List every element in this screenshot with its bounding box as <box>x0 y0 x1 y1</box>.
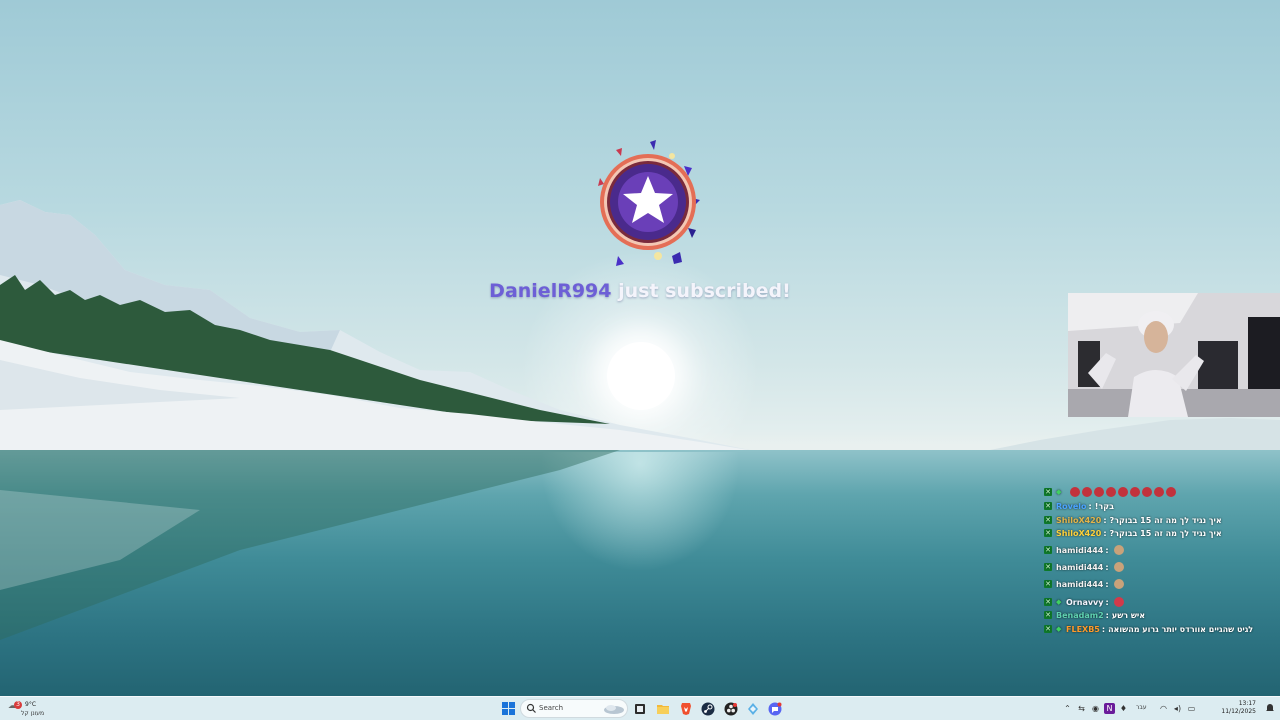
weather-widget[interactable]: ☁ 3 9°C מעונן קל <box>8 699 58 719</box>
chat-emote-icon <box>1118 487 1128 497</box>
chat-message: ✕ ◆ Ornavvy: <box>1044 596 1124 608</box>
chat-username[interactable]: hamidi444 <box>1056 546 1103 555</box>
steam-icon[interactable] <box>699 700 716 717</box>
tray-app-icon[interactable]: ⇆ <box>1076 703 1087 714</box>
weather-description: מעונן קל <box>21 710 45 717</box>
display-icon[interactable]: ▭ <box>1186 703 1197 714</box>
chat-message: ✕ ◆ FLEXB5: לגיט שהגיים אוורדס יותר גרוע מה… <box>1044 623 1253 635</box>
chat-message: ✕ hamidi444: <box>1044 578 1124 590</box>
chat-username[interactable]: ShiloX420 <box>1056 529 1101 538</box>
chat-emote-icon <box>1113 562 1124 572</box>
chat-username[interactable]: Benadam2 <box>1056 611 1104 620</box>
chat-message-text: בקר! <box>1094 501 1114 511</box>
search-placeholder: Search <box>539 704 564 712</box>
taskbar-search-box[interactable]: Search <box>520 699 628 718</box>
app-diamond-icon[interactable] <box>744 700 761 717</box>
moderator-icon: ✕ <box>1044 529 1052 537</box>
moderator-icon: ✕ <box>1044 502 1052 510</box>
system-tray: ⌃ ⇆ ◉ N ♦ עבר ◠ ◂) ▭ 13:17 11/12/2025 <box>1060 697 1280 720</box>
clock-time: 13:17 <box>1238 700 1256 707</box>
stream-chat: ✕ ◆ ✕ Rovelo: בקר! ✕ ShiloX420: איך נגיד לך מה … <box>1044 486 1280 638</box>
subscriber-badge-icon: ◆ <box>1056 597 1062 606</box>
subscriber-badge-icon: ◆ <box>1056 487 1062 496</box>
search-highlight-icon <box>604 705 624 714</box>
chat-message: ✕ ◆ <box>1044 486 1176 498</box>
chat-separator: : <box>1088 501 1092 511</box>
chat-message: ✕ hamidi444: <box>1044 561 1124 573</box>
tray-obsidian-icon[interactable]: N <box>1104 703 1115 714</box>
streamer-video <box>1068 293 1280 417</box>
moderator-icon: ✕ <box>1044 488 1052 496</box>
chat-separator: : <box>1105 545 1109 555</box>
chat-message-text: לגיט שהגיים אוורדס יותר גרוע מהשואה <box>1108 624 1254 634</box>
windows-start-icon[interactable] <box>500 700 517 717</box>
chat-emote-icon <box>1106 487 1116 497</box>
chat-separator: : <box>1105 579 1109 589</box>
volume-icon[interactable]: ◂) <box>1172 703 1183 714</box>
notification-icon[interactable] <box>1265 703 1275 713</box>
chat-message-text: איך נגיד לך מה זה 15 בבוקר? <box>1109 528 1222 538</box>
wifi-icon[interactable]: ◠ <box>1158 703 1169 714</box>
weather-temperature: 9°C <box>25 701 37 708</box>
moderator-icon: ✕ <box>1044 598 1052 606</box>
moderator-icon: ✕ <box>1044 580 1052 588</box>
clock[interactable]: 13:17 11/12/2025 <box>1210 700 1256 716</box>
chat-message-text: איך נגיד לך מה זה 15 בבוקר? <box>1109 515 1222 525</box>
chat-message: ✕ ShiloX420: איך נגיד לך מה זה 15 בבוקר? <box>1044 514 1222 526</box>
chat-app-icon[interactable] <box>766 700 783 717</box>
chat-separator: : <box>1105 597 1109 607</box>
language-indicator[interactable]: עבר <box>1136 704 1147 711</box>
brave-browser-icon[interactable] <box>677 700 694 717</box>
moderator-icon: ✕ <box>1044 563 1052 571</box>
chat-username[interactable]: ShiloX420 <box>1056 516 1101 525</box>
chat-emote-icon <box>1094 487 1104 497</box>
search-icon <box>526 703 536 713</box>
alert-username: DanielR994 <box>489 280 612 302</box>
chat-emote-icon <box>1142 487 1152 497</box>
webcam-feed <box>1068 293 1280 417</box>
chat-separator: : <box>1103 515 1107 525</box>
chat-username[interactable]: hamidi444 <box>1056 563 1103 572</box>
chat-message-text: איש רשע <box>1111 610 1146 620</box>
chat-emote-icon <box>1166 487 1176 497</box>
alert-text: DanielR994 just subscribed! <box>470 280 810 302</box>
star-badge-icon <box>598 140 700 266</box>
chat-separator: : <box>1105 562 1109 572</box>
chat-username[interactable]: FLEXB5 <box>1066 625 1100 634</box>
chat-username[interactable]: Rovelo <box>1056 502 1087 511</box>
chat-message: ✕ Rovelo: בקר! <box>1044 500 1114 512</box>
chat-emote-icon <box>1113 597 1124 607</box>
moderator-icon: ✕ <box>1044 611 1052 619</box>
chat-separator: : <box>1101 624 1106 634</box>
chat-emote-icon <box>1070 487 1080 497</box>
weather-alert-count: 3 <box>14 701 22 709</box>
chat-emote-icon <box>1113 579 1124 589</box>
chevron-up-icon[interactable]: ⌃ <box>1062 703 1073 714</box>
microphone-icon[interactable]: ♦ <box>1118 703 1129 714</box>
obs-icon[interactable] <box>722 700 739 717</box>
chat-separator: : <box>1105 610 1109 620</box>
moderator-icon: ✕ <box>1044 516 1052 524</box>
chat-message: ✕ ShiloX420: איך נגיד לך מה זה 15 בבוקר? <box>1044 527 1222 539</box>
chat-emote-icon <box>1154 487 1164 497</box>
chat-separator: : <box>1103 528 1107 538</box>
file-explorer-icon[interactable] <box>654 700 671 717</box>
chat-message: ✕ Benadam2: איש רשע <box>1044 609 1145 621</box>
chat-emote-icon <box>1130 487 1140 497</box>
moderator-icon: ✕ <box>1044 625 1052 633</box>
tray-steam-icon[interactable]: ◉ <box>1090 703 1101 714</box>
chat-message: ✕ hamidi444: <box>1044 544 1124 556</box>
clock-date: 11/12/2025 <box>1221 708 1256 715</box>
moderator-icon: ✕ <box>1044 546 1052 554</box>
chat-username[interactable]: hamidi444 <box>1056 580 1103 589</box>
lake-reflection-forest <box>0 450 620 640</box>
subscription-alert: DanielR994 just subscribed! <box>470 128 810 318</box>
subscriber-badge-icon: ◆ <box>1056 624 1062 633</box>
task-view-icon[interactable] <box>631 700 648 717</box>
taskbar: ☁ 3 9°C מעונן קל Search ⌃ ⇆ ◉ N ♦ עבר ◠ … <box>0 696 1280 720</box>
alert-message: just subscribed! <box>611 280 791 302</box>
chat-username[interactable]: Ornavvy <box>1066 598 1103 607</box>
chat-emote-icon <box>1082 487 1092 497</box>
chat-emote-icon <box>1113 545 1124 555</box>
